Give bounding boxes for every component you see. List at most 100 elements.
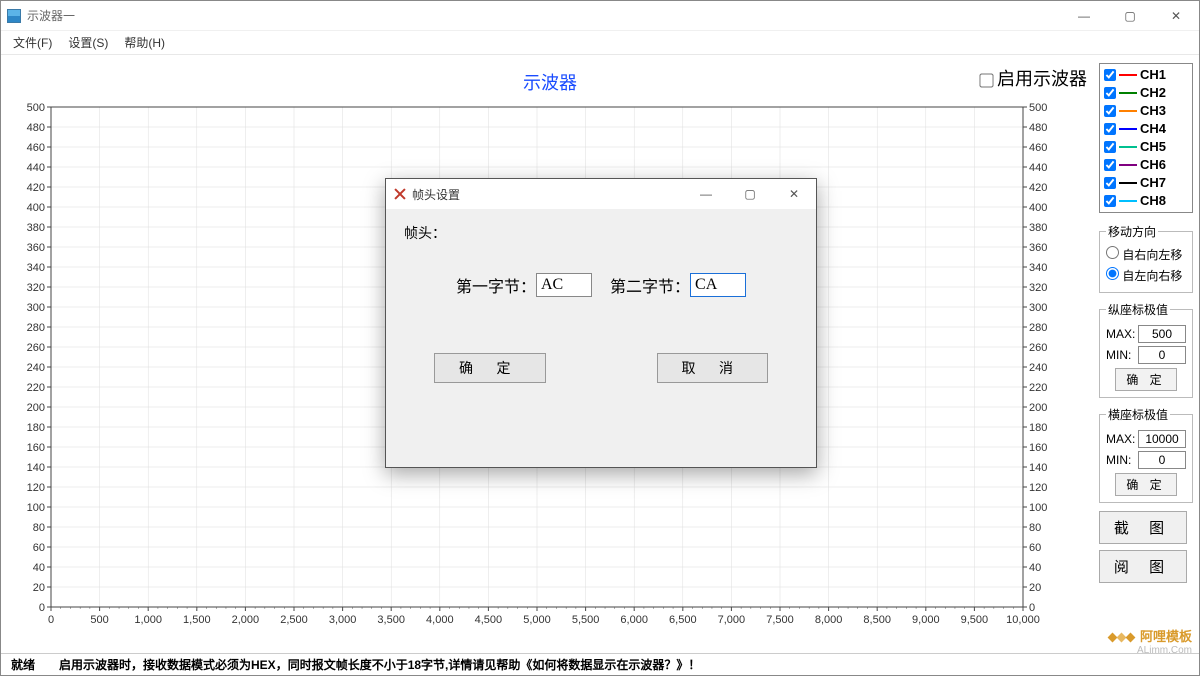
dialog-section-label: 帧头： xyxy=(404,219,798,273)
dialog-maximize-button[interactable]: ▢ xyxy=(728,179,772,209)
legend-item-ch8[interactable]: CH8 xyxy=(1104,192,1188,210)
svg-text:240: 240 xyxy=(1029,362,1047,374)
legend-checkbox-ch3[interactable] xyxy=(1104,105,1116,117)
legend-item-ch2[interactable]: CH2 xyxy=(1104,84,1188,102)
y-max-input[interactable] xyxy=(1138,325,1186,343)
read-chart-button[interactable]: 阅 图 xyxy=(1099,550,1187,583)
dialog-cancel-button[interactable]: 取 消 xyxy=(657,353,769,383)
legend-label: CH3 xyxy=(1140,102,1166,120)
svg-text:460: 460 xyxy=(27,142,45,154)
svg-text:4,500: 4,500 xyxy=(475,614,503,626)
legend-checkbox-ch6[interactable] xyxy=(1104,159,1116,171)
legend-item-ch3[interactable]: CH3 xyxy=(1104,102,1188,120)
dialog-close-button[interactable]: ✕ xyxy=(772,179,816,209)
move-dir-rtl[interactable]: 自右向左移 xyxy=(1106,244,1186,265)
svg-text:5,500: 5,500 xyxy=(572,614,600,626)
svg-text:500: 500 xyxy=(1029,102,1047,114)
svg-text:2,000: 2,000 xyxy=(232,614,260,626)
svg-text:220: 220 xyxy=(27,382,45,394)
enable-oscilloscope-control[interactable]: 启用示波器 xyxy=(980,65,1088,91)
move-direction-title: 移动方向 xyxy=(1106,223,1158,240)
svg-text:3,500: 3,500 xyxy=(377,614,405,626)
legend-label: CH5 xyxy=(1140,138,1166,156)
legend-item-ch5[interactable]: CH5 xyxy=(1104,138,1188,156)
byte2-label: 第二字节： xyxy=(610,273,690,297)
svg-text:40: 40 xyxy=(33,562,45,574)
svg-text:380: 380 xyxy=(1029,222,1047,234)
svg-text:440: 440 xyxy=(27,162,45,174)
legend-checkbox-ch2[interactable] xyxy=(1104,87,1116,99)
dialog-title: 帧头设置 xyxy=(412,186,460,203)
svg-text:7,500: 7,500 xyxy=(766,614,794,626)
legend-line-icon xyxy=(1119,146,1137,148)
svg-text:6,000: 6,000 xyxy=(620,614,648,626)
dialog-titlebar[interactable]: 帧头设置 — ▢ ✕ xyxy=(386,179,816,209)
svg-text:140: 140 xyxy=(1029,462,1047,474)
legend-line-icon xyxy=(1119,92,1137,94)
svg-text:1,000: 1,000 xyxy=(134,614,162,626)
menu-help[interactable]: 帮助(H) xyxy=(116,31,173,54)
screenshot-button[interactable]: 截 图 xyxy=(1099,511,1187,544)
move-dir-ltr[interactable]: 自左向右移 xyxy=(1106,265,1186,286)
legend-item-ch4[interactable]: CH4 xyxy=(1104,120,1188,138)
x-max-input[interactable] xyxy=(1138,430,1186,448)
svg-text:80: 80 xyxy=(1029,522,1041,534)
legend-line-icon xyxy=(1119,110,1137,112)
svg-text:360: 360 xyxy=(1029,242,1047,254)
y-range-title: 纵座标极值 xyxy=(1106,301,1170,318)
svg-text:480: 480 xyxy=(27,122,45,134)
svg-text:1,500: 1,500 xyxy=(183,614,211,626)
svg-text:0: 0 xyxy=(39,602,45,614)
legend-label: CH8 xyxy=(1140,192,1166,210)
legend-checkbox-ch1[interactable] xyxy=(1104,69,1116,81)
dialog-icon xyxy=(394,188,406,200)
x-confirm-button[interactable]: 确 定 xyxy=(1115,473,1176,496)
svg-text:320: 320 xyxy=(27,282,45,294)
svg-text:120: 120 xyxy=(1029,482,1047,494)
svg-text:60: 60 xyxy=(1029,542,1041,554)
maximize-button[interactable]: ▢ xyxy=(1107,1,1153,31)
svg-text:300: 300 xyxy=(1029,302,1047,314)
legend-line-icon xyxy=(1119,200,1137,202)
legend-checkbox-ch4[interactable] xyxy=(1104,123,1116,135)
svg-text:280: 280 xyxy=(1029,322,1047,334)
svg-text:60: 60 xyxy=(33,542,45,554)
svg-text:8,000: 8,000 xyxy=(815,614,843,626)
legend-checkbox-ch5[interactable] xyxy=(1104,141,1116,153)
byte2-input[interactable] xyxy=(690,273,746,297)
svg-text:2,500: 2,500 xyxy=(280,614,308,626)
window-title: 示波器一 xyxy=(27,7,75,24)
dialog-ok-button[interactable]: 确 定 xyxy=(434,353,546,383)
close-button[interactable]: ✕ xyxy=(1153,1,1199,31)
y-min-input[interactable] xyxy=(1138,346,1186,364)
legend-item-ch7[interactable]: CH7 xyxy=(1104,174,1188,192)
statusbar: 就绪 启用示波器时，接收数据模式必须为HEX，同时报文帧长度不小于18字节,详情… xyxy=(1,653,1199,675)
svg-text:160: 160 xyxy=(27,442,45,454)
dialog-minimize-button[interactable]: — xyxy=(684,179,728,209)
byte1-input[interactable] xyxy=(536,273,592,297)
enable-oscilloscope-checkbox[interactable] xyxy=(979,74,993,88)
svg-text:260: 260 xyxy=(27,342,45,354)
legend-checkbox-ch8[interactable] xyxy=(1104,195,1116,207)
legend-item-ch6[interactable]: CH6 xyxy=(1104,156,1188,174)
svg-text:0: 0 xyxy=(48,614,54,626)
legend-checkbox-ch7[interactable] xyxy=(1104,177,1116,189)
y-confirm-button[interactable]: 确 定 xyxy=(1115,368,1176,391)
menu-settings[interactable]: 设置(S) xyxy=(60,31,116,54)
minimize-button[interactable]: — xyxy=(1061,1,1107,31)
menu-file[interactable]: 文件(F) xyxy=(5,31,60,54)
svg-text:3,000: 3,000 xyxy=(329,614,357,626)
legend-item-ch1[interactable]: CH1 xyxy=(1104,66,1188,84)
x-range-title: 横座标极值 xyxy=(1106,406,1170,423)
svg-text:420: 420 xyxy=(1029,182,1047,194)
x-min-input[interactable] xyxy=(1138,451,1186,469)
main-titlebar: 示波器一 — ▢ ✕ xyxy=(1,1,1199,31)
svg-text:140: 140 xyxy=(27,462,45,474)
svg-text:220: 220 xyxy=(1029,382,1047,394)
svg-text:20: 20 xyxy=(33,582,45,594)
svg-text:500: 500 xyxy=(90,614,108,626)
svg-text:480: 480 xyxy=(1029,122,1047,134)
svg-text:6,500: 6,500 xyxy=(669,614,697,626)
svg-text:20: 20 xyxy=(1029,582,1041,594)
status-ready: 就绪 xyxy=(11,656,35,673)
